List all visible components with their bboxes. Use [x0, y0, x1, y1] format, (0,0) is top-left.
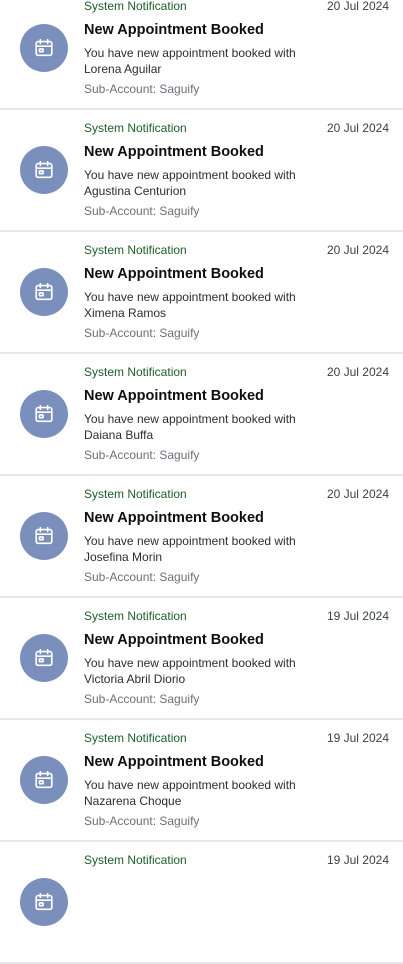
notification-category: System Notification [84, 853, 187, 867]
notification-date: 20 Jul 2024 [326, 243, 389, 257]
notification-category: System Notification [84, 243, 187, 257]
notification-item[interactable]: System Notification 20 Jul 2024 New Appoin… [0, 110, 403, 232]
notification-subaccount: Sub-Account: Saguify [84, 326, 200, 340]
message-text: You have new appointment booked with [84, 168, 296, 182]
notification-item[interactable]: System Notification 20 Jul 2024 New Appoin… [0, 232, 403, 354]
calendar-icon [20, 878, 68, 926]
notification-title: New Appointment Booked [84, 754, 264, 770]
notification-message: You have new appointment booked with Xim… [84, 289, 324, 321]
booked-person: Daiana Buffa [84, 428, 154, 442]
calendar-icon [20, 268, 68, 316]
notification-item[interactable]: System Notification 20 Jul 2024 New Appoin… [0, 0, 403, 110]
notification-item[interactable]: System Notification 20 Jul 2024 New Appoin… [0, 354, 403, 476]
notification-title: New Appointment Booked [84, 22, 264, 38]
notification-message: You have new appointment booked with Dai… [84, 411, 324, 443]
notification-title: New Appointment Booked [84, 388, 264, 404]
notification-date: 19 Jul 2024 [326, 609, 389, 623]
notification-message: You have new appointment booked with Agu… [84, 167, 324, 199]
notification-date: 20 Jul 2024 [326, 0, 389, 13]
notification-title: New Appointment Booked [84, 144, 264, 160]
booked-person: Lorena Aguilar [84, 62, 162, 76]
notification-date: 19 Jul 2024 [326, 853, 389, 867]
booked-person: Victoria Abril Diorio [84, 672, 186, 686]
notification-message: You have new appointment booked with Naz… [84, 777, 324, 809]
notification-list: System Notification 20 Jul 2024 New Appoin… [0, 0, 403, 964]
notification-date: 20 Jul 2024 [326, 487, 389, 501]
notification-category: System Notification [84, 0, 187, 13]
notification-category: System Notification [84, 487, 187, 501]
notification-item[interactable]: System Notification 19 Jul 2024 [0, 842, 403, 964]
calendar-icon [20, 24, 68, 72]
notification-subaccount: Sub-Account: Saguify [84, 692, 200, 706]
booked-person: Nazarena Choque [84, 794, 182, 808]
notification-item[interactable]: System Notification 19 Jul 2024 New Appoin… [0, 720, 403, 842]
calendar-icon [20, 634, 68, 682]
notification-title: New Appointment Booked [84, 266, 264, 282]
message-text: You have new appointment booked with [84, 656, 296, 670]
notification-category: System Notification [84, 731, 187, 745]
booked-person: Josefina Morin [84, 550, 163, 564]
notification-subaccount: Sub-Account: Saguify [84, 204, 200, 218]
notification-date: 19 Jul 2024 [326, 731, 389, 745]
booked-person: Agustina Centurion [84, 184, 187, 198]
message-text: You have new appointment booked with [84, 290, 296, 304]
message-text: You have new appointment booked with [84, 46, 296, 60]
notification-item[interactable]: System Notification 20 Jul 2024 New Appoin… [0, 476, 403, 598]
notification-title: New Appointment Booked [84, 510, 264, 526]
notification-subaccount: Sub-Account: Saguify [84, 570, 200, 584]
calendar-icon [20, 146, 68, 194]
notification-subaccount: Sub-Account: Saguify [84, 814, 200, 828]
calendar-icon [20, 512, 68, 560]
message-text: You have new appointment booked with [84, 778, 296, 792]
message-text: You have new appointment booked with [84, 412, 296, 426]
notification-date: 20 Jul 2024 [326, 365, 389, 379]
notification-category: System Notification [84, 121, 187, 135]
notification-date: 20 Jul 2024 [326, 121, 389, 135]
notification-message: You have new appointment booked with Vic… [84, 655, 324, 687]
booked-person: Ximena Ramos [84, 306, 167, 320]
calendar-icon [20, 390, 68, 438]
notification-message: You have new appointment booked with Lor… [84, 45, 324, 77]
notification-subaccount: Sub-Account: Saguify [84, 448, 200, 462]
calendar-icon [20, 756, 68, 804]
notification-category: System Notification [84, 609, 187, 623]
notification-message: You have new appointment booked with Jos… [84, 533, 324, 565]
message-text: You have new appointment booked with [84, 534, 296, 548]
notification-item[interactable]: System Notification 19 Jul 2024 New Appoin… [0, 598, 403, 720]
notification-title: New Appointment Booked [84, 632, 264, 648]
notification-category: System Notification [84, 365, 187, 379]
notification-subaccount: Sub-Account: Saguify [84, 82, 200, 96]
